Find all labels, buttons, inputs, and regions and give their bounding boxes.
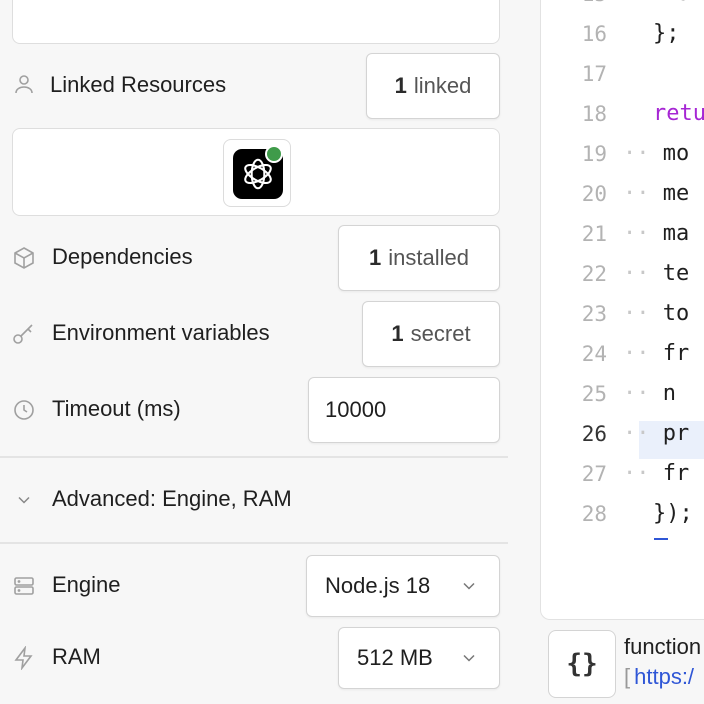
chevron-down-icon (463, 654, 475, 662)
line-number: 27 (581, 462, 607, 486)
code-line: ·· mo (623, 141, 690, 166)
code-line: }; (653, 21, 680, 46)
line-number: 24 (581, 342, 607, 366)
line-number: 26 (581, 422, 607, 446)
code-line: ·· ma (623, 221, 690, 246)
settings-panel: Linked Resources 1 linked Dependencies 1i… (0, 0, 508, 704)
environment-variables-count-button[interactable]: 1 secret (362, 301, 500, 367)
function-text: function (624, 634, 702, 659)
format-json-button[interactable]: {} (548, 630, 616, 698)
environment-variables-label: Environment variables (52, 320, 270, 345)
cursor-underline (654, 538, 668, 540)
person-icon (15, 75, 33, 94)
engine-select[interactable]: Node.js 18 (306, 555, 500, 617)
code-line: ·· pr (623, 421, 690, 446)
line-number: 28 (581, 502, 607, 526)
divider (0, 542, 508, 544)
code-line: ·· te (623, 261, 690, 286)
line-number: 22 (581, 262, 607, 286)
code-line: }); (653, 501, 693, 526)
ram-label: RAM (52, 644, 101, 669)
advanced-toggle[interactable]: Advanced: Engine, RAM (52, 486, 292, 512)
code-line: ·· to (623, 301, 690, 326)
code-line: ·· me (623, 0, 689, 6)
divider (0, 456, 508, 458)
line-number: 19 (581, 142, 607, 166)
package-icon (14, 247, 34, 269)
code-line: ·· me (623, 181, 690, 206)
code-line: ·· fr (623, 341, 690, 366)
line-number: 23 (581, 302, 607, 326)
linked-resources-label: Linked Resources (50, 72, 227, 97)
lightning-icon (14, 646, 33, 670)
code-line: retu (653, 101, 704, 126)
docs-link[interactable]: [https:/ (624, 664, 694, 690)
timeout-input[interactable] (308, 377, 500, 443)
linked-resources-card (12, 128, 500, 216)
line-number: 18 (581, 102, 607, 126)
line-number: 16 (581, 22, 607, 46)
key-icon (13, 324, 33, 344)
linked-resources-count-button[interactable]: 1 linked (366, 53, 500, 119)
line-number: 20 (581, 182, 607, 206)
code-line: ·· fr (623, 461, 690, 486)
server-icon (14, 577, 34, 595)
dependencies-label: Dependencies (52, 244, 193, 269)
description-card[interactable] (12, 0, 500, 44)
line-number: 17 (581, 62, 607, 86)
code-line: ·· n (623, 381, 676, 406)
line-number: 25 (581, 382, 607, 406)
code-pane: 15 ·· me 16}; 17 18 retu 19 ·· mo 20 ·· me 21 ·· ma… (508, 0, 704, 704)
line-number: 21 (581, 222, 607, 246)
timeout-label: Timeout (ms) (52, 396, 181, 421)
clock-icon (14, 400, 34, 420)
openai-resource-tile[interactable] (223, 139, 291, 207)
status-dot (265, 145, 283, 163)
chevron-down-icon (463, 582, 475, 590)
code-editor[interactable]: 15 ·· me 16}; 17 18 retu 19 ·· mo 20 ·· me 21 ·· ma… (540, 0, 704, 620)
dependencies-count-button[interactable]: 1 installed (338, 225, 500, 291)
ram-select[interactable]: 512 MB (338, 627, 500, 689)
chevron-down-icon[interactable] (14, 490, 34, 510)
line-number: 15 (541, 0, 607, 6)
engine-label: Engine (52, 572, 121, 597)
